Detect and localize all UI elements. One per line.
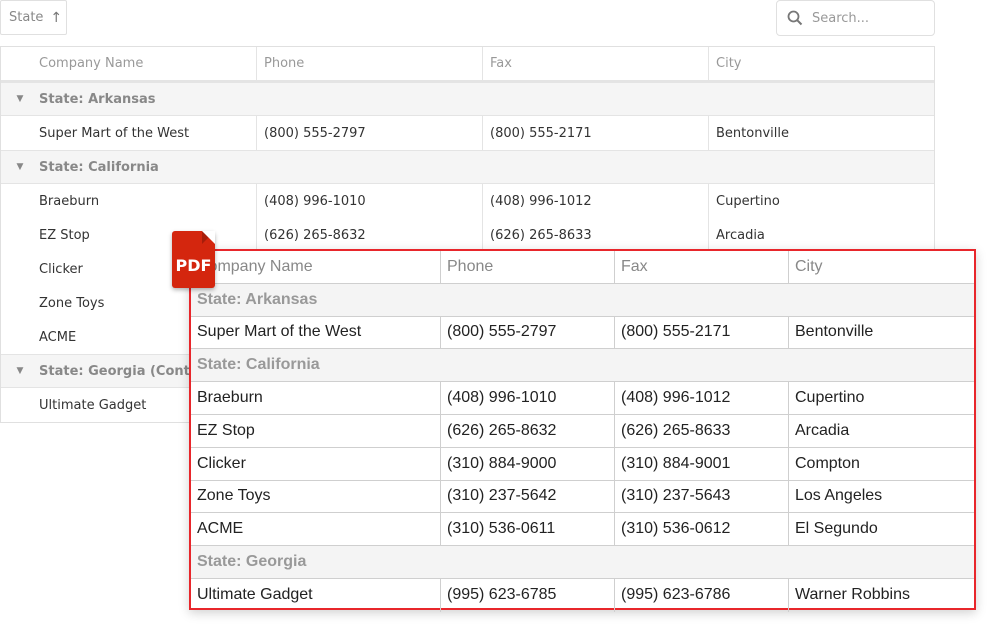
pdf-group-row: State: California (191, 349, 974, 383)
phone-cell: (800) 555-2797 (257, 116, 483, 150)
search-input[interactable]: Search... (812, 11, 869, 26)
pdf-company-cell: Zone Toys (191, 480, 441, 513)
table-row[interactable]: Super Mart of the West (800) 555-2797 (8… (1, 116, 934, 150)
pdf-company-cell: Ultimate Gadget (191, 578, 441, 612)
company-cell: EZ Stop (1, 218, 257, 252)
group-label: State: California (39, 159, 159, 175)
pdf-fax-cell: (626) 265-8633 (615, 414, 789, 447)
pdf-fax-cell: (995) 623-6786 (615, 578, 789, 612)
pdf-table-row: Super Mart of the West (800) 555-2797 (8… (191, 316, 974, 350)
group-by-state-chip[interactable]: State ↑ (0, 0, 67, 35)
city-cell: Arcadia (716, 227, 765, 243)
pdf-file-icon: PDF (172, 231, 215, 288)
column-header-fax[interactable]: Fax (483, 47, 709, 80)
pdf-fax-cell: (310) 536-0612 (615, 513, 789, 546)
group-chip-label: State (9, 10, 44, 25)
pdf-fax-cell: (310) 884-9001 (615, 447, 789, 480)
pdf-group-row: State: Georgia (191, 546, 974, 579)
column-header-city[interactable]: City (709, 47, 934, 80)
pdf-phone-cell: (310) 536-0611 (441, 513, 615, 546)
pdf-export-preview: Company Name Phone Fax City State: Arkan… (189, 249, 976, 612)
pdf-column-fax: Fax (615, 251, 789, 283)
fax-cell: (408) 996-1012 (483, 184, 709, 218)
pdf-group-row: State: Arkansas (191, 283, 974, 317)
table-row[interactable]: EZ Stop (626) 265-8632 (626) 265-8633 Ar… (1, 218, 934, 252)
city-cell: Bentonville (716, 125, 789, 141)
pdf-city-cell: El Segundo (795, 520, 878, 538)
pdf-fax-cell: (310) 237-5643 (615, 480, 789, 513)
group-label: State: Arkansas (39, 91, 156, 107)
group-label: State: Georgia (Continu (39, 363, 213, 379)
pdf-city-cell: Warner Robbins (795, 586, 911, 604)
pdf-badge-label: PDF (175, 256, 212, 275)
company-cell: Braeburn (1, 184, 257, 218)
pdf-company-cell: EZ Stop (191, 414, 441, 447)
city-cell: Cupertino (716, 193, 780, 209)
pdf-table-row: Zone Toys (310) 237-5642 (310) 237-5643 … (191, 480, 974, 514)
pdf-company-cell: Super Mart of the West (191, 316, 441, 349)
pdf-phone-cell: (310) 237-5642 (441, 480, 615, 513)
pdf-city-cell: Cupertino (795, 389, 865, 407)
fax-cell: (626) 265-8633 (483, 218, 709, 252)
search-icon (787, 10, 803, 26)
column-header-phone[interactable]: Phone (257, 47, 483, 80)
collapse-caret-icon[interactable]: ▼ (1, 94, 39, 104)
pdf-table-row: Ultimate Gadget (995) 623-6785 (995) 623… (191, 578, 974, 612)
pdf-table-row: Clicker (310) 884-9000 (310) 884-9001 Co… (191, 447, 974, 481)
pdf-phone-cell: (626) 265-8632 (441, 414, 615, 447)
phone-cell: (626) 265-8632 (257, 218, 483, 252)
pdf-city-cell: Los Angeles (795, 487, 883, 505)
pdf-phone-cell: (800) 555-2797 (441, 316, 615, 349)
pdf-phone-cell: (408) 996-1010 (441, 382, 615, 414)
pdf-table-row: EZ Stop (626) 265-8632 (626) 265-8633 Ar… (191, 414, 974, 448)
pdf-phone-cell: (995) 623-6785 (441, 578, 615, 612)
collapse-caret-icon[interactable]: ▼ (1, 162, 39, 172)
pdf-fax-cell: (800) 555-2171 (615, 316, 789, 349)
group-row-arkansas[interactable]: ▼ State: Arkansas (1, 82, 934, 116)
pdf-city-cell: Compton (795, 454, 860, 472)
pdf-company-cell: Clicker (191, 447, 441, 480)
pdf-table-row: Braeburn (408) 996-1010 (408) 996-1012 C… (191, 382, 974, 415)
table-row[interactable]: Braeburn (408) 996-1010 (408) 996-1012 C… (1, 184, 934, 218)
pdf-company-cell: ACME (191, 513, 441, 546)
pdf-table-row: ACME (310) 536-0611 (310) 536-0612 El Se… (191, 513, 974, 547)
pdf-column-phone: Phone (441, 251, 615, 283)
pdf-phone-cell: (310) 884-9000 (441, 447, 615, 480)
pdf-column-city: City (795, 257, 823, 275)
search-box[interactable]: Search... (776, 0, 935, 36)
pdf-city-cell: Bentonville (795, 323, 874, 341)
collapse-caret-icon[interactable]: ▼ (1, 366, 39, 376)
fax-cell: (800) 555-2171 (483, 116, 709, 150)
pdf-company-cell: Braeburn (191, 382, 441, 414)
pdf-fax-cell: (408) 996-1012 (615, 382, 789, 414)
company-cell: Super Mart of the West (1, 116, 257, 150)
pdf-column-company: Company Name (191, 251, 441, 283)
phone-cell: (408) 996-1010 (257, 184, 483, 218)
arrow-up-icon[interactable]: ↑ (50, 10, 62, 26)
pdf-city-cell: Arcadia (795, 421, 850, 439)
grid-header-row: Company Name Phone Fax City (1, 47, 934, 82)
pdf-header-row: Company Name Phone Fax City (191, 251, 974, 284)
column-header-company[interactable]: Company Name (1, 47, 257, 80)
group-row-california[interactable]: ▼ State: California (1, 150, 934, 184)
